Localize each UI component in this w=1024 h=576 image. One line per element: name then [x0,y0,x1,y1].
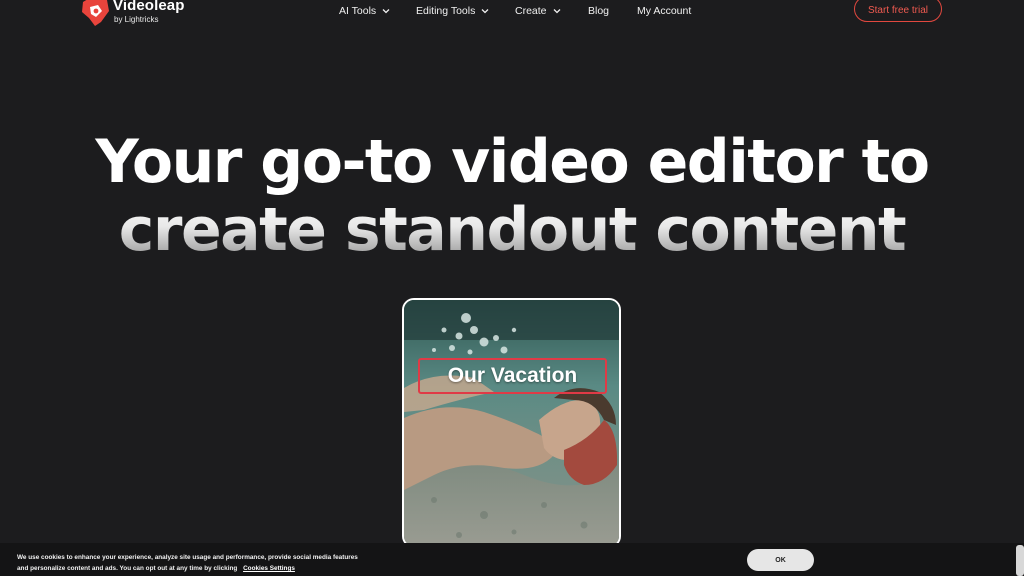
video-caption-text[interactable]: Our Vacation [418,358,607,394]
nav-editing-tools[interactable]: Editing Tools [416,5,489,17]
cookie-ok-button[interactable]: OK [747,549,814,571]
chevron-down-icon [382,9,390,14]
chevron-down-icon [553,9,560,14]
cookie-banner: We use cookies to enhance your experienc… [0,543,1024,576]
page: Videoleap by Lightricks AI Tools Editing… [0,0,1024,576]
videoleap-logo-icon [82,0,109,26]
nav-editing-tools-label: Editing Tools [416,5,476,17]
hero-heading: Your go-to video editor to create stando… [0,128,1024,264]
chevron-down-icon [481,9,489,14]
start-free-trial-button[interactable]: Start free trial [854,0,942,22]
cookie-message-text: We use cookies to enhance your experienc… [17,554,358,572]
brand-name: Videoleap [113,0,185,14]
nav-create-label: Create [515,5,547,17]
nav-ai-tools-label: AI Tools [339,5,377,17]
hero-title-line-2: create standout content [0,196,1024,264]
brand-logo[interactable]: Videoleap by Lightricks [80,0,200,30]
brand-subtitle: by Lightricks [114,15,159,24]
hero-title-line-1: Your go-to video editor to [95,127,930,197]
cookies-settings-link[interactable]: Cookies Settings [243,565,295,572]
nav-my-account-label: My Account [637,5,692,17]
nav-create[interactable]: Create [515,5,561,17]
nav-blog[interactable]: Blog [588,5,609,17]
video-preview[interactable]: Our Vacation [402,298,621,548]
nav-my-account[interactable]: My Account [637,5,691,17]
underwater-scene-image [404,300,619,546]
nav-blog-label: Blog [588,5,610,17]
scrollbar-thumb[interactable] [1016,545,1024,576]
nav-ai-tools[interactable]: AI Tools [339,5,390,17]
cookie-message: We use cookies to enhance your experienc… [17,552,367,574]
site-header: Videoleap by Lightricks AI Tools Editing… [0,0,1024,30]
